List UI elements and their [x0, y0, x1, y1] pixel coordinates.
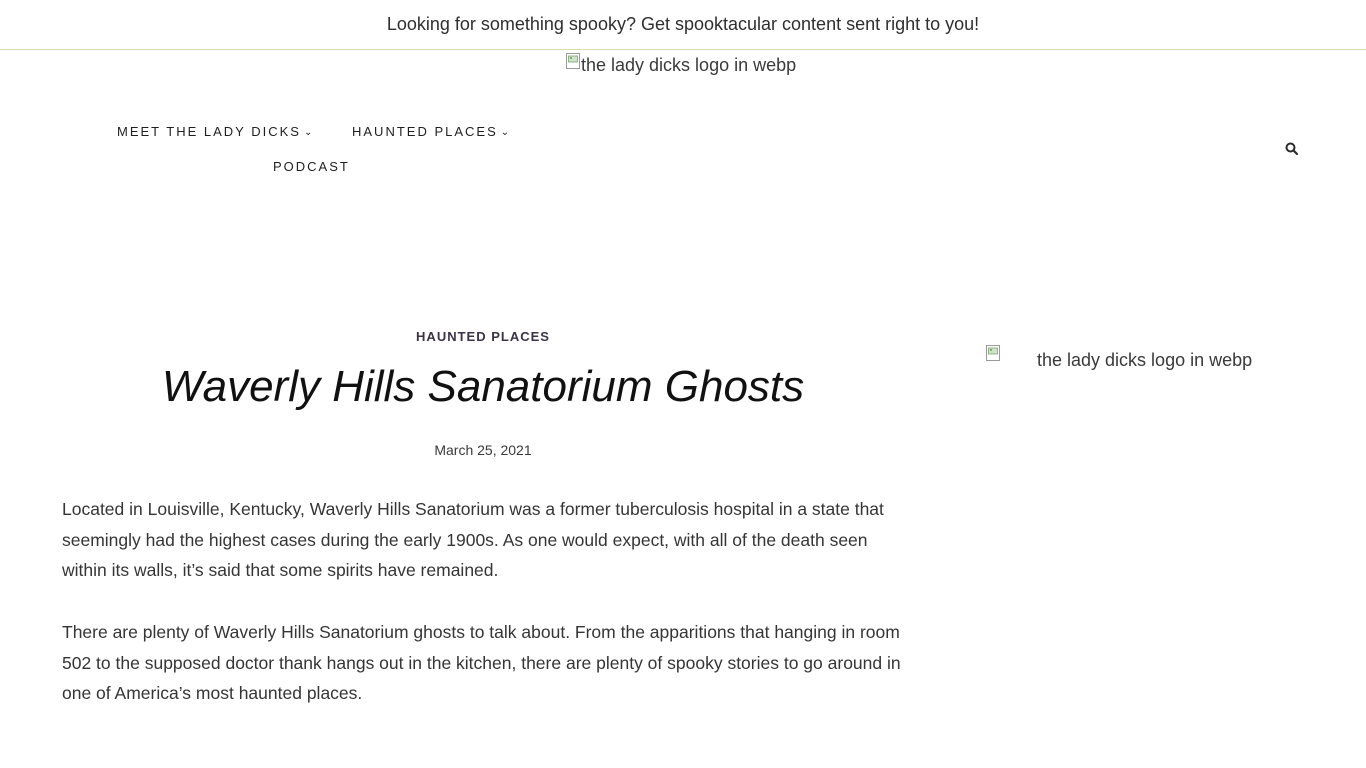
sidebar-image-alt-text: the lady dicks logo in webp [1037, 350, 1253, 370]
announcement-text[interactable]: Looking for something spooky? Get spookt… [387, 14, 979, 35]
post-title: Waverly Hills Sanatorium Ghosts [161, 362, 805, 411]
nav-item-label: MEET THE LADY DICKS [117, 124, 301, 139]
nav-item-haunted-places[interactable]: HAUNTED PLACES ⌄ [352, 124, 511, 139]
site-logo-alt-text: the lady dicks logo in webp [581, 55, 797, 75]
post-category-label[interactable]: HAUNTED PLACES [416, 329, 550, 344]
post-paragraph: There are plenty of Waverly Hills Sanato… [62, 622, 901, 703]
site-logo[interactable]: the lady dicks logo in webp [566, 53, 797, 76]
nav-item-label: HAUNTED PLACES [352, 124, 498, 139]
post-date: March 25, 2021 [434, 442, 532, 458]
search-icon [1284, 142, 1300, 161]
announcement-bar[interactable]: Looking for something spooky? Get spookt… [0, 0, 1366, 50]
sidebar-logo-image[interactable]: the lady dicks logo in webp [986, 345, 1253, 371]
post-paragraph: Located in Louisville, Kentucky, Waverly… [62, 499, 884, 580]
chevron-down-icon: ⌄ [303, 127, 315, 138]
post-category-link[interactable]: HAUNTED PLACES [0, 329, 966, 344]
search-button[interactable] [1284, 141, 1300, 157]
chevron-down-icon: ⌄ [500, 127, 512, 138]
broken-image-icon [566, 53, 580, 69]
nav-item-label: PODCAST [273, 159, 350, 174]
nav-item-meet-the-lady-dicks[interactable]: MEET THE LADY DICKS ⌄ [117, 124, 314, 139]
nav-item-podcast[interactable]: PODCAST [273, 159, 350, 174]
broken-image-icon [986, 345, 1000, 361]
